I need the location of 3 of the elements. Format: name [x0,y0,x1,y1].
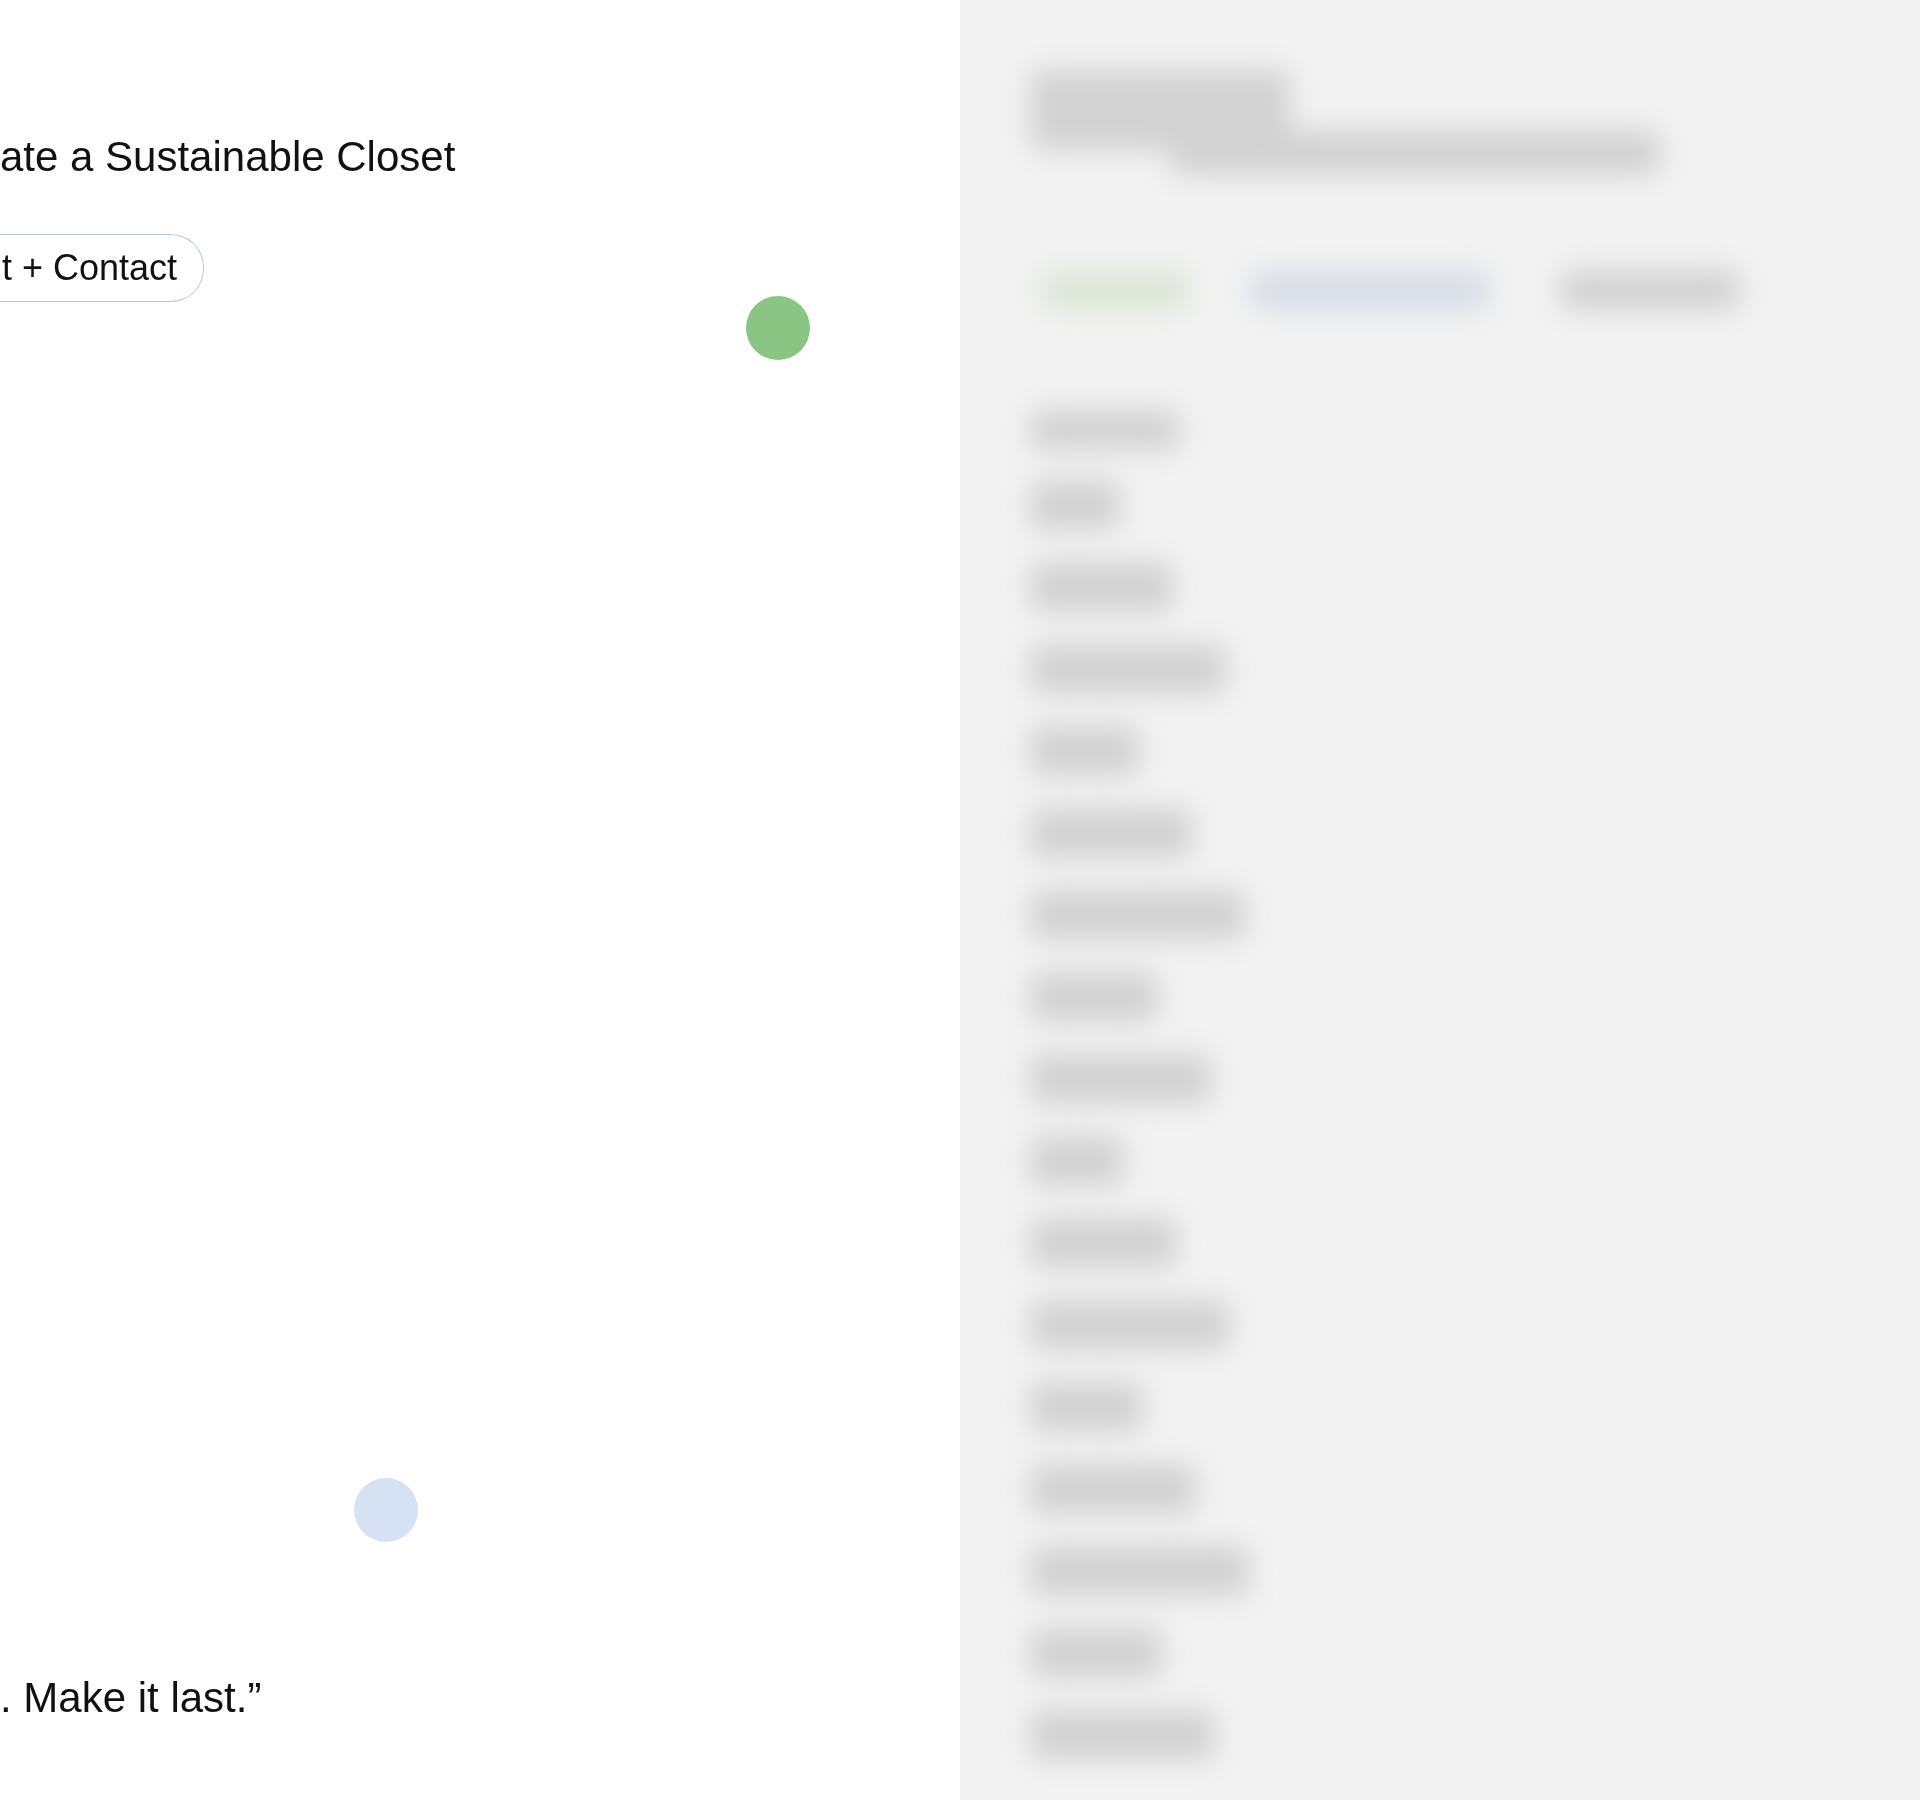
heading: ate a Sustainable Closet [0,132,457,182]
quote: . Make it last.” [0,1674,263,1722]
contact-button[interactable]: t + Contact [0,234,205,303]
